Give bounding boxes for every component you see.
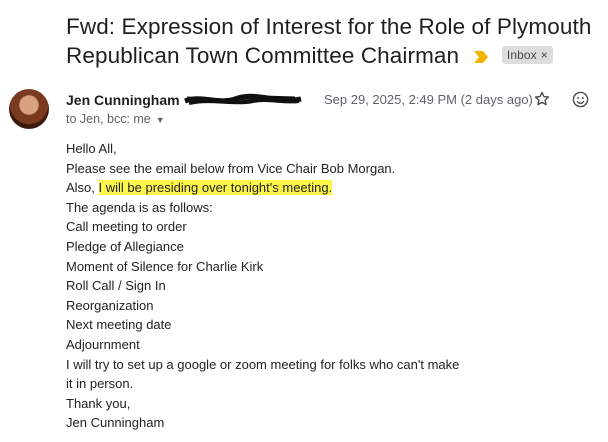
line-prefix: Also,: [66, 180, 99, 196]
recipients-line[interactable]: to Jen, bcc: me ▼: [66, 112, 165, 126]
emoji-react-icon[interactable]: [571, 90, 590, 109]
redacted-email-scribble: [184, 93, 302, 105]
signature: Jen Cunningham: [66, 415, 165, 431]
agenda-item: Reorganization: [66, 297, 154, 313]
agenda-item: Adjournment: [66, 336, 140, 352]
body-line: Please see the email below from Vice Cha…: [66, 160, 396, 176]
highlighted-text: I will be presiding over tonight's meeti…: [98, 180, 333, 196]
star-icon[interactable]: [533, 90, 551, 108]
recipients-text: to Jen, bcc: me: [66, 112, 151, 126]
agenda-item: Pledge of Allegiance: [66, 238, 184, 254]
body-line-highlighted: Also, I will be presiding over tonight's…: [66, 178, 586, 198]
sender-avatar[interactable]: [9, 89, 49, 129]
email-date: Sep 29, 2025, 2:49 PM (2 days ago): [324, 92, 533, 107]
email-subject: Fwd: Expression of Interest for the Role…: [66, 12, 601, 70]
inbox-label-chip[interactable]: Inbox ×: [501, 46, 553, 65]
label-text: Inbox: [506, 48, 537, 63]
sender-name[interactable]: Jen Cunningham: [66, 92, 180, 108]
chevron-down-icon[interactable]: ▼: [156, 115, 165, 125]
closing-line: it in person.: [66, 376, 134, 392]
email-body: Hello All, Please see the email below fr…: [66, 139, 586, 433]
agenda-item: Moment of Silence for Charlie Kirk: [66, 258, 264, 274]
agenda-item: Next meeting date: [66, 317, 172, 333]
signoff: Thank you,: [66, 395, 131, 411]
agenda-intro: The agenda is as follows:: [66, 199, 213, 215]
closing-line: I will try to set up a google or zoom me…: [66, 356, 460, 372]
agenda-item: Call meeting to order: [66, 219, 187, 235]
remove-label-icon[interactable]: ×: [541, 48, 548, 62]
greeting: Hello All,: [66, 141, 117, 156]
importance-marker-icon[interactable]: [473, 51, 488, 64]
agenda-item: Roll Call / Sign In: [66, 278, 166, 294]
